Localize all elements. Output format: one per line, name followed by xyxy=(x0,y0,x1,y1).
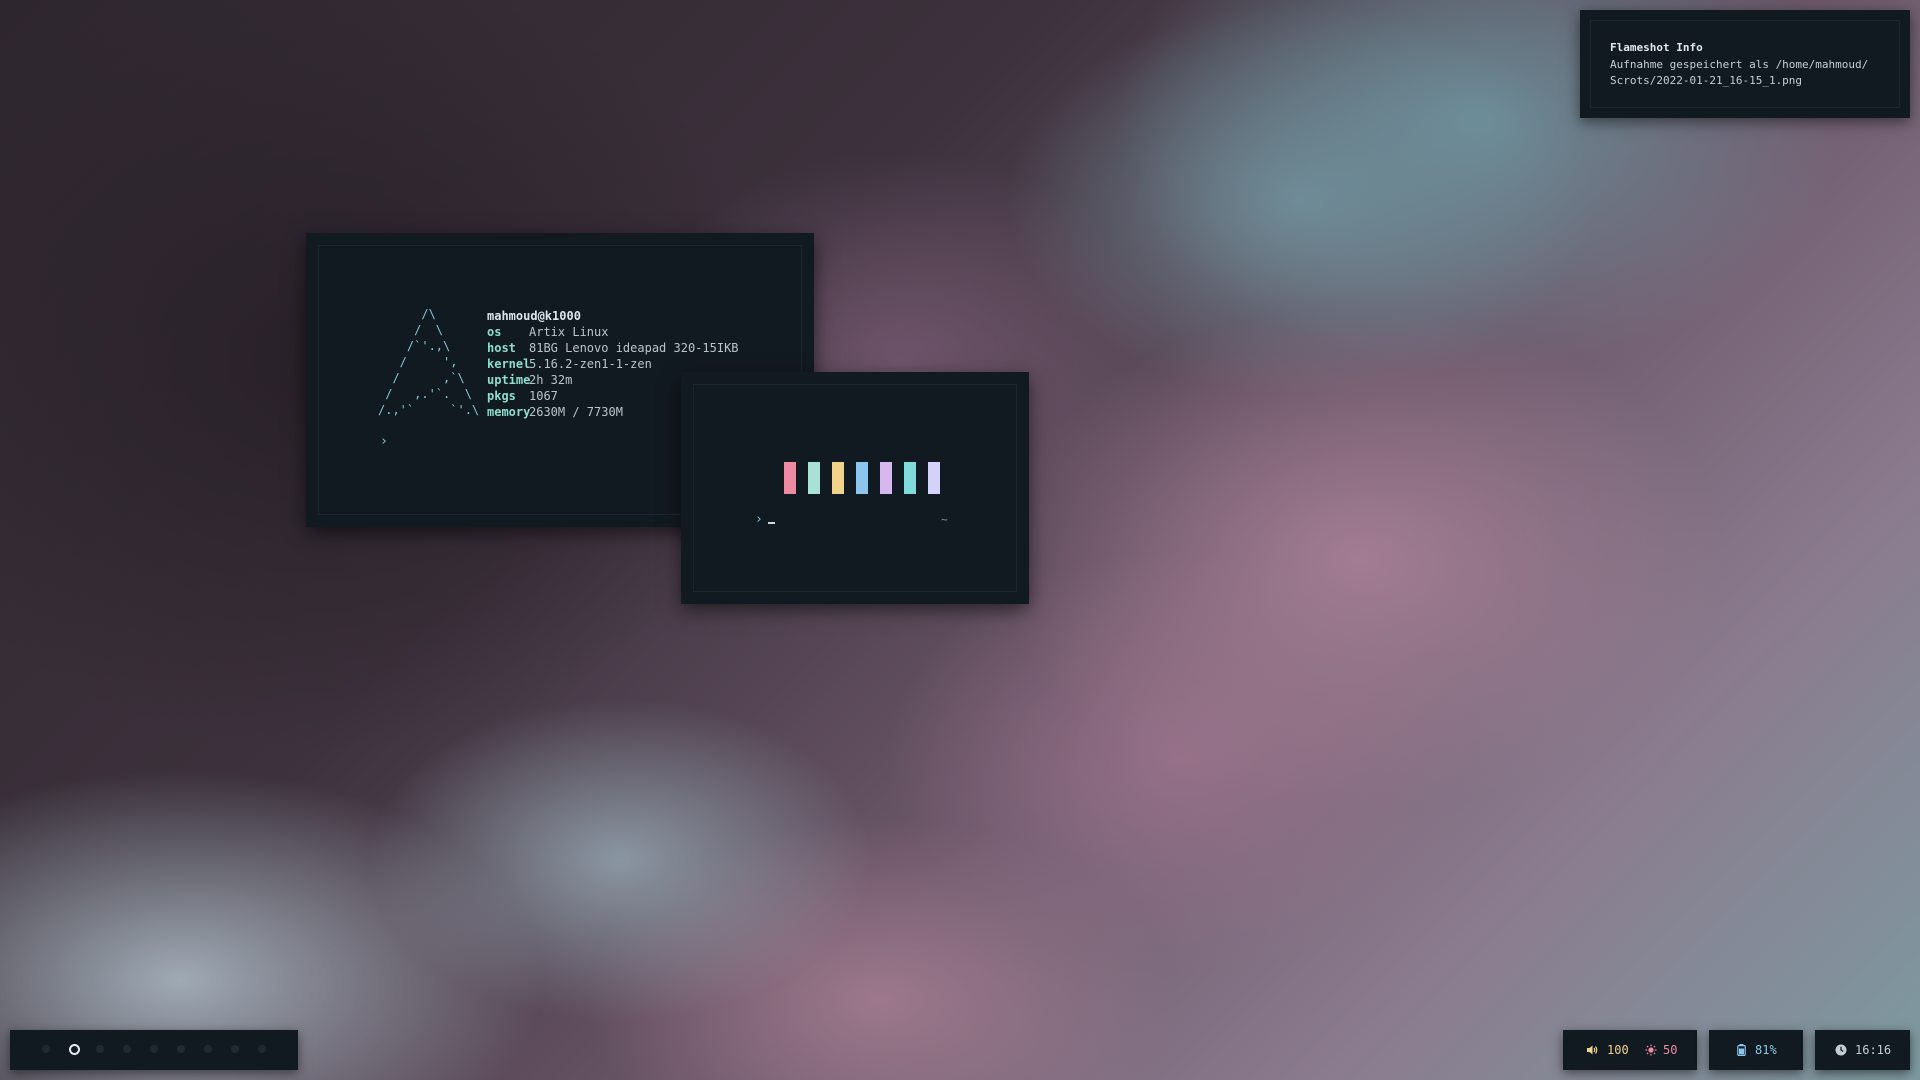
color-swatch xyxy=(904,462,916,494)
workspace-indicator[interactable] xyxy=(231,1045,239,1053)
info-row-host: host 81BG Lenovo ideapad 320-15IKB xyxy=(487,340,739,356)
volume-level: 100 xyxy=(1607,1043,1629,1057)
battery-module[interactable]: 81% xyxy=(1709,1030,1803,1070)
info-key: pkgs xyxy=(487,389,516,403)
info-row-kernel: kernel5.16.2-zen1-1-zen xyxy=(487,356,739,372)
info-value: Artix Linux xyxy=(529,325,609,339)
color-swatch xyxy=(880,462,892,494)
workspace-indicator-active[interactable] xyxy=(69,1044,80,1055)
info-value: 2630M / 7730M xyxy=(529,405,623,419)
desktop-wallpaper: /\ / \ /`'.,\ / ', / ,`\ / ,.'`. \ /.,'`… xyxy=(0,0,1920,1080)
clock-icon xyxy=(1835,1044,1847,1056)
workspace-indicator[interactable] xyxy=(258,1045,266,1053)
info-key: os xyxy=(487,325,502,339)
workspace-indicator[interactable] xyxy=(42,1045,50,1053)
user-host: mahmoud@k1000 xyxy=(487,309,581,323)
workspace-indicator[interactable] xyxy=(204,1045,212,1053)
info-key: memory xyxy=(487,405,531,419)
artix-ascii-logo: /\ / \ /`'.,\ / ', / ,`\ / ,.'`. \ /.,'`… xyxy=(378,307,480,417)
brightness-level: 50 xyxy=(1663,1043,1678,1057)
info-value: 2h 32m xyxy=(529,373,573,387)
notification-body: Aufnahme gespeichert als /home/mahmoud/ … xyxy=(1610,58,1869,87)
battery-level: 81% xyxy=(1755,1043,1777,1057)
shell-prompt[interactable]: › xyxy=(755,512,763,527)
workspace-switcher xyxy=(10,1030,298,1070)
working-directory: ~ xyxy=(941,513,948,526)
notification-title: Flameshot Info xyxy=(1610,41,1703,54)
shell-prompt[interactable]: › xyxy=(380,434,388,449)
info-value: 81BG Lenovo ideapad 320-15IKB xyxy=(529,341,739,355)
flameshot-notification[interactable]: Flameshot Info Aufnahme gespeichert als … xyxy=(1580,10,1910,118)
audio-brightness-module[interactable]: 100 50 xyxy=(1563,1030,1697,1070)
workspace-indicator[interactable] xyxy=(96,1045,104,1053)
info-key: host xyxy=(487,341,516,355)
color-swatch xyxy=(808,462,820,494)
color-swatch xyxy=(832,462,844,494)
info-row-os: os Artix Linux xyxy=(487,324,739,340)
text-cursor xyxy=(768,522,775,524)
color-swatch xyxy=(928,462,940,494)
info-key: uptime xyxy=(487,373,531,387)
color-swatch xyxy=(784,462,796,494)
battery-icon xyxy=(1737,1044,1746,1056)
color-swatch xyxy=(760,462,772,494)
terminal-border xyxy=(693,384,1017,592)
volume-icon[interactable] xyxy=(1586,1044,1598,1056)
info-value: 5.16.2-zen1-1-zen xyxy=(529,357,652,371)
terminal-window-colors[interactable]: › ~ xyxy=(681,372,1029,604)
workspace-indicator[interactable] xyxy=(150,1045,158,1053)
color-swatch xyxy=(856,462,868,494)
info-key: kernel xyxy=(487,357,531,371)
clock-time: 16:16 xyxy=(1855,1043,1892,1057)
clock-module[interactable]: 16:16 xyxy=(1815,1030,1910,1070)
info-value: 1067 xyxy=(529,389,558,403)
brightness-icon[interactable] xyxy=(1645,1044,1657,1056)
workspace-indicator[interactable] xyxy=(123,1045,131,1053)
workspace-indicator[interactable] xyxy=(177,1045,185,1053)
